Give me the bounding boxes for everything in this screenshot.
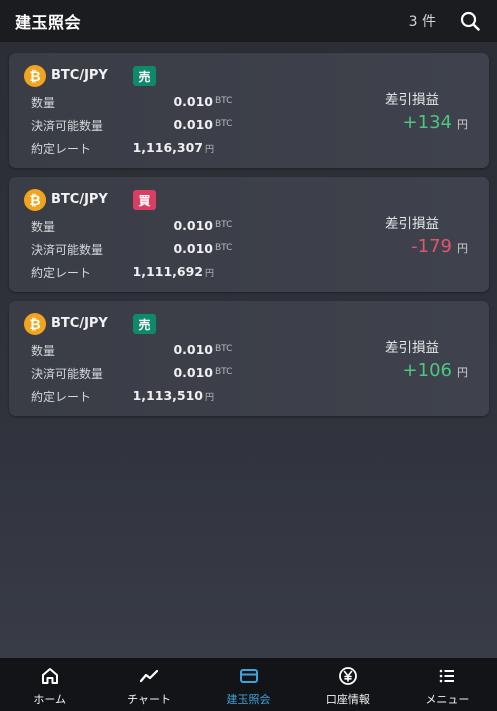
row-value: 1,111,692: [132, 264, 203, 279]
nav-account[interactable]: 口座情報: [298, 658, 397, 711]
row-unit: BTC: [215, 96, 233, 106]
execution-rate-row: 約定レート 1,111,692 円: [31, 264, 231, 280]
quantity-row: 数量 0.010 BTC: [31, 218, 233, 234]
pl-label: 差引損益: [385, 92, 439, 108]
row-unit: BTC: [215, 344, 233, 354]
row-label: 約定レート: [31, 266, 92, 280]
bitcoin-icon: ₿: [24, 65, 46, 87]
side-badge: 売: [133, 314, 156, 334]
row-label: 決済可能数量: [31, 119, 104, 133]
pl-label: 差引損益: [385, 216, 439, 232]
pl-label: 差引損益: [385, 340, 439, 356]
row-unit: 円: [205, 145, 215, 155]
quantity-row: 数量 0.010 BTC: [31, 342, 233, 358]
pl-unit: 円: [457, 242, 468, 255]
pl-unit: 円: [457, 366, 468, 379]
header-right: 3 件: [409, 10, 481, 32]
row-unit: BTC: [215, 367, 233, 377]
currency-pair: BTC/JPY: [51, 316, 108, 331]
settleable-quantity-row: 決済可能数量 0.010 BTC: [31, 365, 233, 381]
side-badge: 売: [133, 66, 156, 86]
position-count: 3 件: [408, 14, 436, 30]
row-label: 数量: [31, 220, 56, 234]
row-value: 0.010: [173, 365, 213, 380]
menu-icon: [437, 666, 457, 686]
pl-value: +134 円: [403, 112, 468, 133]
row-unit: BTC: [215, 243, 233, 253]
nav-chart[interactable]: チャート: [99, 658, 198, 711]
page-title: 建玉照会: [15, 13, 82, 32]
search-icon: [460, 11, 480, 31]
app-header: 建玉照会 3 件: [0, 0, 497, 42]
row-label: 約定レート: [31, 142, 92, 156]
pl-amount: -179: [411, 236, 452, 257]
row-value: 1,113,510: [132, 388, 203, 403]
nav-label: メニュー: [425, 693, 470, 706]
position-card[interactable]: ₿ BTC/JPY 売 数量 0.010 BTC 決済可能数量 0.010 BT…: [9, 53, 489, 168]
row-value: 0.010: [173, 241, 213, 256]
nav-menu[interactable]: メニュー: [398, 658, 497, 711]
execution-rate-row: 約定レート 1,116,307 円: [31, 140, 231, 156]
row-value: 0.010: [173, 342, 213, 357]
row-value: 0.010: [173, 94, 213, 109]
pl-value: -179 円: [411, 236, 468, 257]
card-icon: [239, 666, 259, 686]
quantity-row: 数量 0.010 BTC: [31, 94, 233, 110]
row-value: 0.010: [173, 117, 213, 132]
execution-rate-row: 約定レート 1,113,510 円: [31, 388, 231, 404]
nav-label: 口座情報: [325, 693, 370, 706]
nav-label: 建玉照会: [226, 693, 271, 706]
settleable-quantity-row: 決済可能数量 0.010 BTC: [31, 241, 233, 257]
bitcoin-icon: ₿: [24, 313, 46, 335]
currency-pair: BTC/JPY: [51, 192, 108, 207]
nav-label: チャート: [127, 693, 172, 706]
chart-icon: [139, 666, 159, 686]
currency-pair: BTC/JPY: [51, 68, 108, 83]
nav-positions[interactable]: 建玉照会: [199, 658, 298, 711]
row-value: 1,116,307: [132, 140, 203, 155]
yen-icon: [338, 666, 358, 686]
bitcoin-icon: ₿: [24, 189, 46, 211]
home-icon: [40, 666, 60, 686]
position-card[interactable]: ₿ BTC/JPY 買 数量 0.010 BTC 決済可能数量 0.010 BT…: [9, 177, 489, 292]
search-button[interactable]: [459, 10, 481, 32]
row-unit: 円: [205, 393, 215, 403]
pl-value: +106 円: [403, 360, 468, 381]
nav-home[interactable]: ホーム: [0, 658, 99, 711]
row-label: 決済可能数量: [31, 367, 104, 381]
row-label: 数量: [31, 344, 56, 358]
row-label: 約定レート: [31, 390, 92, 404]
bottom-nav: ホーム チャート 建玉照会 口座情報 メニュー: [0, 658, 497, 711]
row-unit: BTC: [215, 119, 233, 129]
pl-amount: +134: [402, 112, 452, 133]
position-card[interactable]: ₿ BTC/JPY 売 数量 0.010 BTC 決済可能数量 0.010 BT…: [9, 301, 489, 416]
side-badge: 買: [133, 190, 156, 210]
row-value: 0.010: [173, 218, 213, 233]
row-unit: 円: [205, 269, 215, 279]
row-label: 決済可能数量: [31, 243, 104, 257]
row-unit: BTC: [215, 220, 233, 230]
position-list: ₿ BTC/JPY 売 数量 0.010 BTC 決済可能数量 0.010 BT…: [9, 53, 489, 425]
row-label: 数量: [31, 96, 56, 110]
settleable-quantity-row: 決済可能数量 0.010 BTC: [31, 117, 233, 133]
pl-unit: 円: [457, 118, 468, 131]
pl-amount: +106: [402, 360, 452, 381]
nav-label: ホーム: [33, 693, 67, 706]
